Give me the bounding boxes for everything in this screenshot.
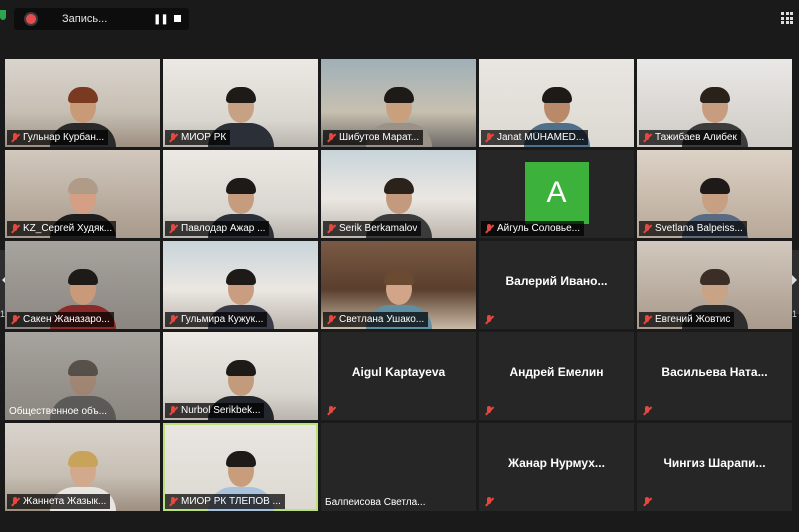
recording-indicator: Запись... ❚❚ <box>14 8 189 30</box>
mic-muted-icon <box>10 496 20 507</box>
participant-nameplate: Шибутов Марат... <box>323 130 424 145</box>
participant-nameplate: Гульнар Курбан... <box>7 130 109 145</box>
participant-tile[interactable]: Svetlana Balpeiss... <box>637 150 792 238</box>
participant-nameplate: МИОР РК ТЛЕПОВ ... <box>165 494 285 509</box>
participant-tile-active-speaker[interactable]: МИОР РК ТЛЕПОВ ... <box>163 423 318 511</box>
mic-muted-icon <box>484 406 494 416</box>
participant-nameplate: Светлана Ушако... <box>323 312 429 327</box>
recording-dot-icon <box>26 14 36 24</box>
participant-name-center: Васильева Ната... <box>661 365 768 379</box>
mic-muted-icon <box>10 132 20 143</box>
participant-nameplate: Жаннета Жазык... <box>7 494 111 509</box>
participant-tile[interactable]: KZ_Сергей Худяк... <box>5 150 160 238</box>
mic-muted-icon <box>326 406 336 416</box>
participant-nameplate: Гульмира Кужук... <box>165 312 268 327</box>
participant-name-center: Чингиз Шарапи... <box>663 456 766 470</box>
mic-muted-icon <box>168 132 178 143</box>
mic-muted-icon <box>168 314 178 325</box>
participant-nameplate: Serik Berkamalov <box>323 221 422 236</box>
participant-tile[interactable]: Жанар Нурмух... <box>479 423 634 511</box>
mic-muted-icon <box>168 496 178 507</box>
participant-avatar: A <box>524 162 589 224</box>
participant-nameplate: Сакен Жаназаро... <box>7 312 114 327</box>
participant-tile[interactable]: Aigul Kaptayeva <box>321 332 476 420</box>
participant-name-center: Андрей Емелин <box>509 365 604 379</box>
mic-muted-icon <box>484 132 494 143</box>
participant-nameplate: Svetlana Balpeiss... <box>639 221 747 236</box>
participant-nameplate: Janat MÜHAMED... <box>481 130 589 145</box>
participant-tile[interactable]: Жаннета Жазык... <box>5 423 160 511</box>
participant-name-center: Валерий Ивано... <box>505 274 608 288</box>
participant-tile[interactable]: Шибутов Марат... <box>321 59 476 147</box>
stop-recording-icon[interactable] <box>174 15 181 22</box>
participant-tile[interactable]: Общественное объ... <box>5 332 160 420</box>
mic-muted-icon <box>10 223 20 234</box>
security-shield-icon[interactable] <box>0 10 6 20</box>
mic-muted-icon <box>326 314 336 325</box>
participant-tile[interactable]: МИОР РК <box>163 59 318 147</box>
mic-muted-icon <box>326 223 336 234</box>
top-bar: Запись... ❚❚ <box>0 0 799 30</box>
mic-muted-icon <box>484 497 494 507</box>
participant-tile[interactable]: Сакен Жаназаро... <box>5 241 160 329</box>
mic-muted-icon <box>642 406 652 416</box>
pause-recording-icon[interactable]: ❚❚ <box>153 14 169 25</box>
mic-muted-icon <box>642 223 652 234</box>
mic-muted-icon <box>168 223 178 234</box>
participant-tile[interactable]: Андрей Емелин <box>479 332 634 420</box>
participant-nameplate: Павлодар Ажар ... <box>165 221 270 236</box>
participant-tile[interactable]: A Айгуль Соловье... <box>479 150 634 238</box>
mic-muted-icon <box>168 405 178 416</box>
participant-tile[interactable]: Гульнар Курбан... <box>5 59 160 147</box>
participant-tile[interactable]: Павлодар Ажар ... <box>163 150 318 238</box>
participant-tile[interactable]: Гульмира Кужук... <box>163 241 318 329</box>
mic-muted-icon <box>642 314 652 325</box>
gallery-view-icon[interactable] <box>781 12 793 24</box>
mic-muted-icon <box>484 223 494 234</box>
participant-name-center: Жанар Нурмух... <box>508 456 605 470</box>
participant-name: Балпеисова Светла... <box>325 497 426 508</box>
participant-nameplate: KZ_Сергей Худяк... <box>7 221 117 236</box>
participant-nameplate: МИОР РК <box>165 130 231 145</box>
participant-tile[interactable]: Чингиз Шарапи... <box>637 423 792 511</box>
participant-tile[interactable]: Балпеисова Светла... <box>321 423 476 511</box>
participant-tile[interactable]: Евгений Жовтис <box>637 241 792 329</box>
participant-tile[interactable]: Janat MÜHAMED... <box>479 59 634 147</box>
participant-tile[interactable]: Светлана Ушако... <box>321 241 476 329</box>
participant-nameplate: Nurbol Serikbek... <box>165 403 265 418</box>
mic-muted-icon <box>642 497 652 507</box>
participant-tile[interactable]: Nurbol Serikbek... <box>163 332 318 420</box>
mic-muted-icon <box>642 132 652 143</box>
mic-muted-icon <box>326 132 336 143</box>
participant-nameplate: Айгуль Соловье... <box>481 221 584 236</box>
participant-tile[interactable]: Serik Berkamalov <box>321 150 476 238</box>
participant-tile[interactable]: Тажибаев Алибек <box>637 59 792 147</box>
participant-tile[interactable]: Валерий Ивано... <box>479 241 634 329</box>
participant-gallery: Гульнар Курбан... МИОР РК Шибутов Марат.… <box>5 59 793 519</box>
participant-tile[interactable]: Васильева Ната... <box>637 332 792 420</box>
mic-muted-icon <box>10 314 20 325</box>
recording-label: Запись... <box>62 13 108 25</box>
mic-muted-icon <box>484 315 494 325</box>
participant-nameplate: Евгений Жовтис <box>639 312 735 327</box>
participant-nameplate: Тажибаев Алибек <box>639 130 741 145</box>
participant-name: Общественное объ... <box>9 406 108 417</box>
participant-name-center: Aigul Kaptayeva <box>351 365 446 379</box>
